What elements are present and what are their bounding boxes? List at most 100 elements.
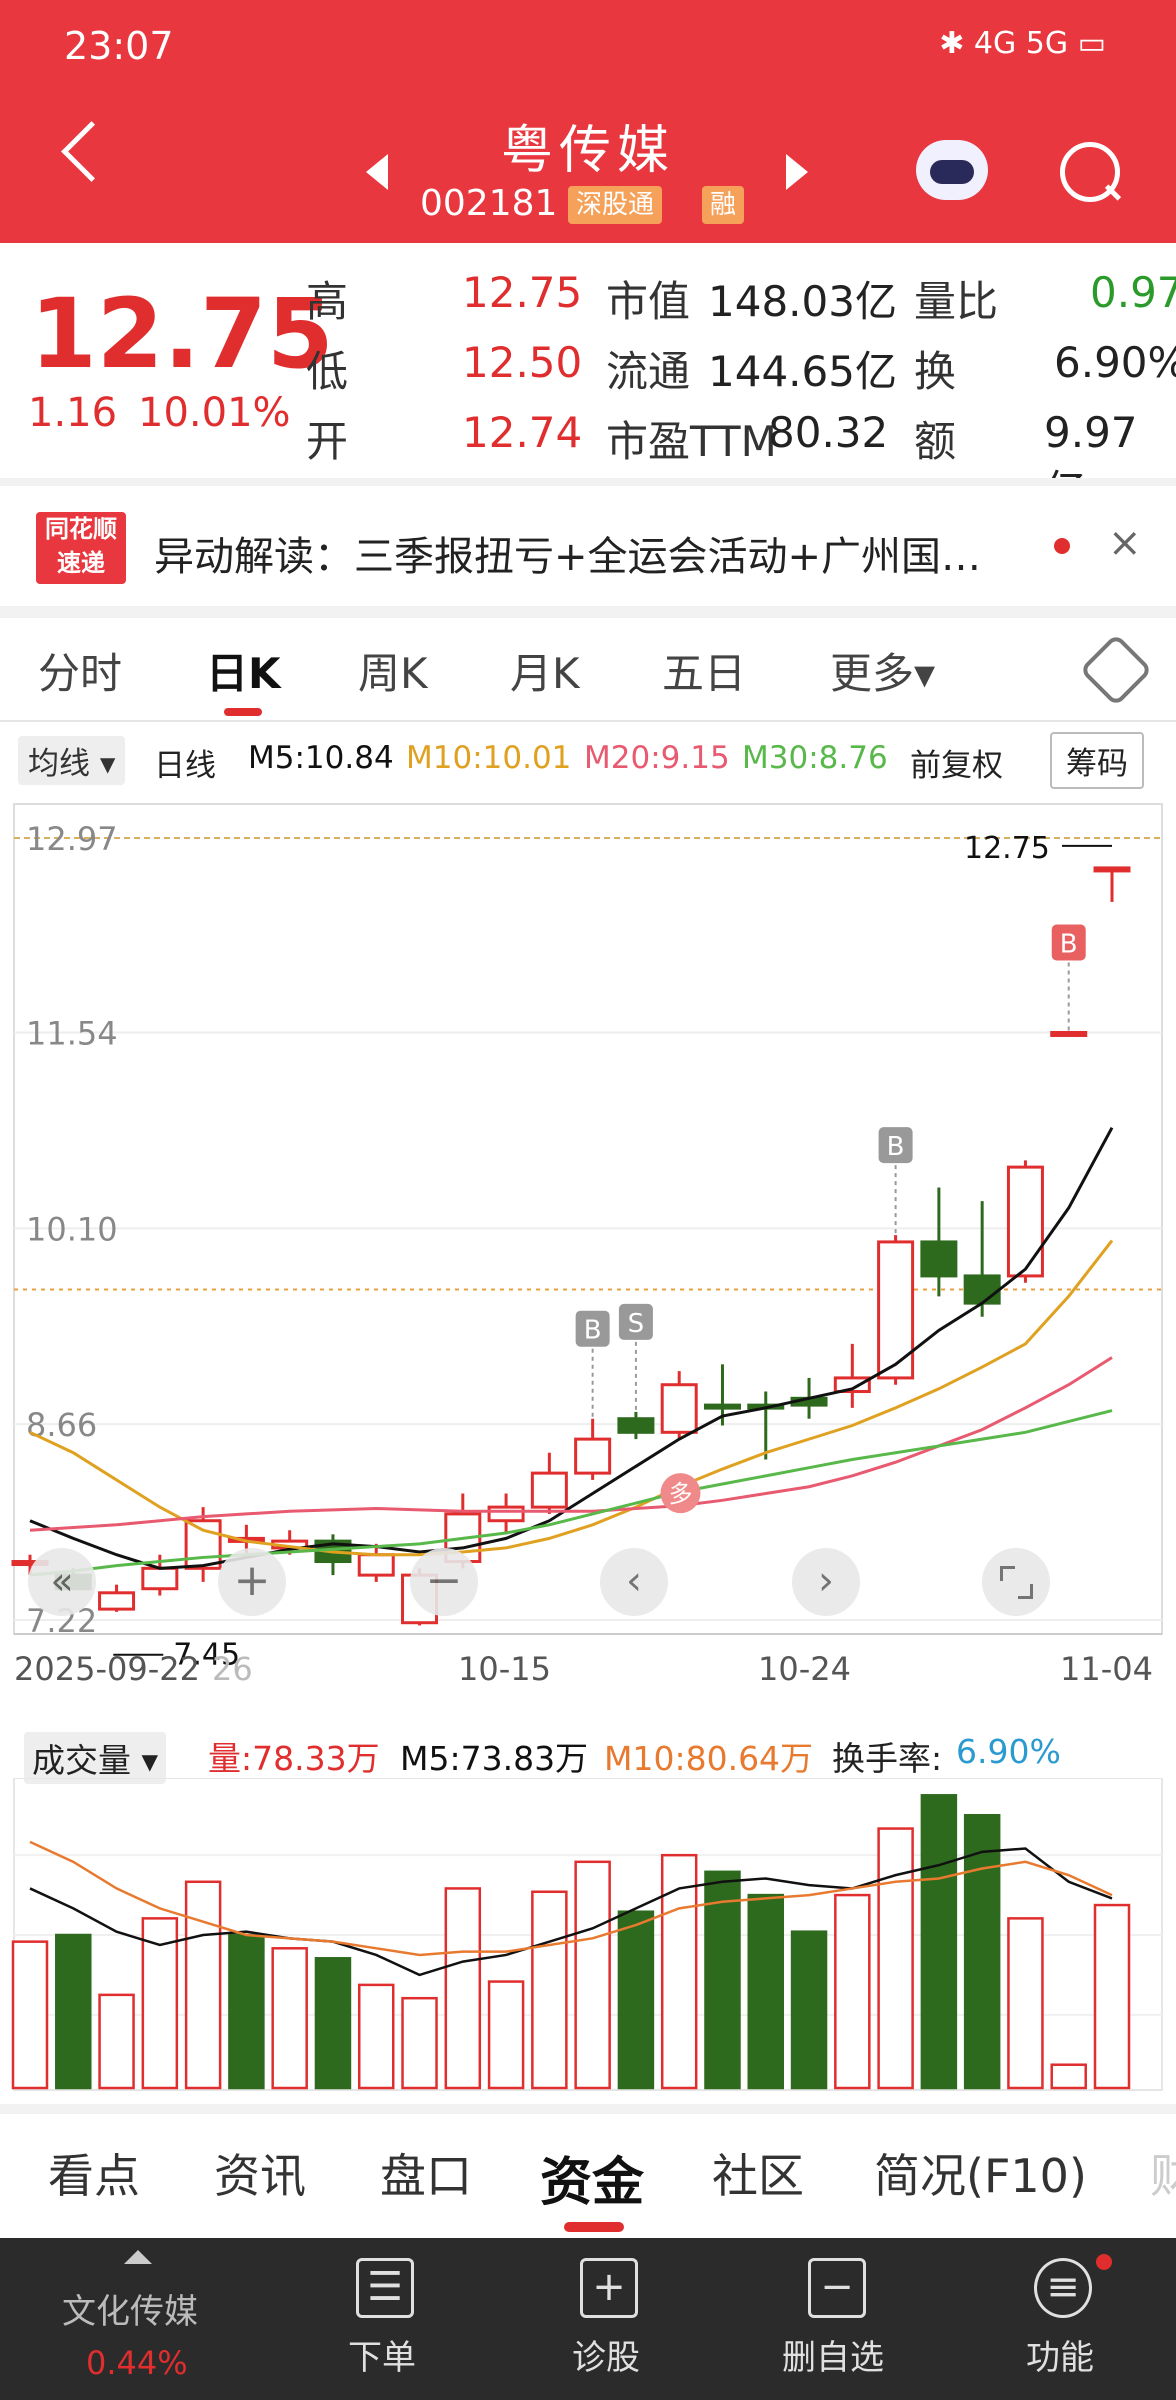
volume-chart[interactable] [0, 1778, 1176, 2096]
high-marker-label: 12.75 [964, 831, 1050, 866]
vol-ratio-value: 0.97 [1090, 268, 1176, 317]
status-time: 23:07 [64, 24, 174, 68]
tab-indicator [224, 708, 262, 716]
high-value: 12.75 [462, 268, 583, 317]
signal-label: B [887, 1132, 905, 1162]
tab-weekly-k[interactable]: 周K [358, 640, 428, 701]
tab-highlights[interactable]: 看点 [48, 2140, 140, 2206]
x-tick-label: 10-24 [758, 1650, 851, 1688]
divider [0, 606, 1176, 618]
volume-bar [98, 1993, 135, 2090]
logo-line1: 同花顺 [45, 515, 117, 543]
volume-bar [55, 1933, 92, 2090]
tab-f10[interactable]: 简况(F10) [874, 2140, 1087, 2206]
chevron-right-icon[interactable]: › [792, 1548, 860, 1616]
pe-value: 80.32 [768, 408, 889, 457]
candle-body [141, 1566, 179, 1591]
volume-bar [401, 1996, 438, 2090]
tab-monthly-k[interactable]: 月K [510, 640, 580, 701]
low-label: 低 [306, 347, 349, 396]
y-tick-label: 11.54 [26, 1014, 118, 1052]
volume-bar [184, 1880, 222, 2090]
volume-bar [271, 1947, 308, 2090]
ths-logo: 同花顺 速递 [36, 512, 126, 584]
tab-minute[interactable]: 分时 [38, 640, 122, 701]
diagnose-button[interactable]: 诊股 [572, 2330, 640, 2379]
signal-label: B [584, 1316, 602, 1346]
sector-change: 0.44% [86, 2344, 188, 2382]
logo-line2: 速递 [57, 549, 105, 577]
volume-bar [834, 1893, 871, 2090]
tab-orderbook[interactable]: 盘口 [380, 2140, 472, 2206]
candle-body [660, 1383, 698, 1434]
volume-select[interactable]: 成交量 ▾ [24, 1732, 167, 1784]
remove-watchlist-button[interactable]: 删自选 [782, 2330, 884, 2379]
x-tick-label: 11-04 [1060, 1650, 1153, 1688]
candle-body [703, 1403, 741, 1410]
signal-label: B [1060, 929, 1078, 959]
mktcap-value: 148.03亿 [708, 277, 897, 326]
volume-bar [574, 1860, 611, 2090]
functions-button[interactable]: 功能 [1026, 2330, 1094, 2379]
volume-bar [314, 1957, 352, 2090]
volume-bar [790, 1930, 828, 2090]
divider [0, 720, 1176, 722]
volume-value: 量:78.33万 [208, 1739, 380, 1778]
ma-select[interactable]: 均线 ▾ [18, 736, 126, 785]
chip-button[interactable]: 筹码 [1050, 732, 1144, 789]
tab-daily-k[interactable]: 日K [206, 640, 281, 701]
y-tick-label: 12.97 [26, 820, 118, 858]
rewind-icon[interactable]: « [28, 1548, 96, 1616]
candle-body [530, 1471, 568, 1509]
ma20-label: M20:9.15 [584, 740, 730, 776]
tab-community[interactable]: 社区 [712, 2140, 804, 2206]
x-tick-label: 26 [212, 1650, 253, 1688]
tab-more[interactable]: 更多▾ [830, 640, 935, 701]
diagnose-icon[interactable]: + [580, 2258, 638, 2318]
sector-name[interactable]: 文化传媒 [62, 2284, 198, 2333]
volume-bar [1050, 2063, 1087, 2090]
x-tick-label: 10-15 [458, 1650, 551, 1688]
functions-icon[interactable]: ≡ [1034, 2258, 1092, 2318]
zoom-out-icon[interactable]: − [410, 1548, 478, 1616]
mktcap-label: 市值 [606, 277, 691, 326]
vol-ratio-label: 量比 [914, 277, 999, 326]
volume-bar [11, 1940, 49, 2090]
chevron-left-icon[interactable]: ‹ [600, 1548, 668, 1616]
candle-body [184, 1519, 222, 1570]
volume-bar [660, 1853, 698, 2090]
fullscreen-icon[interactable] [982, 1548, 1050, 1616]
turnover-value: 6.90% [1054, 338, 1176, 387]
order-icon[interactable]: ☰ [356, 2258, 414, 2318]
zoom-in-icon[interactable]: + [218, 1548, 286, 1616]
float-cap-value: 144.65亿 [708, 347, 897, 396]
notification-dot [1096, 2254, 1112, 2270]
candle-body [487, 1505, 525, 1523]
settings-icon[interactable] [1079, 633, 1153, 707]
chevron-up-icon[interactable] [124, 2250, 152, 2264]
ma5-label: M5:10.84 [248, 740, 394, 776]
tab-finance[interactable]: 财 [1150, 2140, 1176, 2206]
y-tick-label: 8.66 [26, 1406, 97, 1444]
remove-watchlist-icon[interactable]: − [808, 2258, 866, 2318]
long-signal-label: 多 [668, 1480, 692, 1508]
ma10-label: M10:10.01 [406, 740, 572, 776]
tab-capital[interactable]: 资金 [540, 2140, 644, 2215]
adjust-label[interactable]: 前复权 [910, 740, 1003, 785]
candle-body [963, 1274, 1001, 1305]
tab-five-day[interactable]: 五日 [662, 640, 746, 701]
robot-assistant-icon[interactable] [916, 140, 988, 200]
order-button[interactable]: 下单 [348, 2330, 416, 2379]
volume-bar [487, 1980, 525, 2090]
status-icons: ✱ 4G 5G ▭ [939, 26, 1106, 61]
tab-news[interactable]: 资讯 [214, 2140, 306, 2206]
price-change-pct: 10.01% [138, 390, 291, 436]
volume-bar [444, 1887, 482, 2090]
open-label: 开 [306, 417, 349, 466]
close-icon[interactable]: × [1108, 520, 1142, 566]
amount-label: 额 [914, 417, 957, 466]
news-text[interactable]: 异动解读：三季报扭亏+全运会活动+广州国… [154, 524, 981, 582]
unread-dot [1054, 538, 1070, 554]
candle-body [1050, 1030, 1088, 1037]
period-label: 日线 [154, 748, 216, 784]
